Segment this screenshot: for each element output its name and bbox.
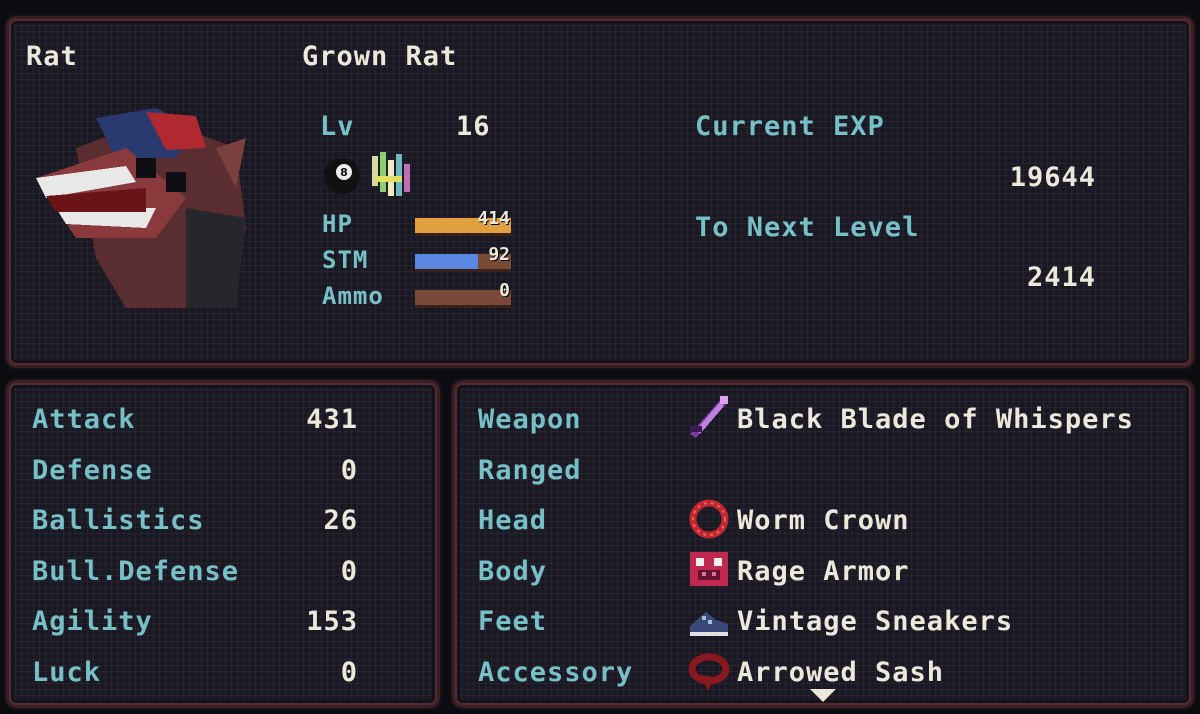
equip-slot-ranged[interactable]: Ranged	[478, 457, 582, 484]
equip-item-name[interactable]: Rage Armor	[737, 558, 910, 585]
svg-text:8: 8	[340, 166, 348, 179]
equip-slot-body[interactable]: Body	[478, 558, 547, 585]
species-label: Rat	[26, 41, 78, 72]
equip-item-name[interactable]: Vintage Sneakers	[737, 608, 1013, 635]
sneaker-icon	[686, 596, 732, 642]
next-level-label: To Next Level	[695, 212, 920, 243]
glitch-icon	[368, 152, 414, 200]
stat-label-bulldefense: Bull.Defense	[32, 555, 240, 587]
stat-value: 431	[306, 404, 358, 435]
stat-value: 0	[340, 454, 358, 486]
scroll-down-arrow-icon[interactable]	[810, 688, 836, 702]
level-label: Lv	[320, 111, 355, 142]
equip-item-name[interactable]: Arrowed Sash	[737, 659, 944, 686]
stm-label: STM	[322, 246, 369, 274]
ammo-label: Ammo	[322, 282, 384, 310]
hp-label: HP	[322, 210, 353, 238]
stat-label-attack: Attack	[32, 404, 136, 435]
equip-slot-feet[interactable]: Feet	[478, 608, 547, 635]
stm-value: 92	[488, 244, 510, 265]
worm-crown-icon	[686, 495, 732, 541]
eight-ball-icon: 8	[322, 156, 362, 196]
stat-value: 26	[323, 505, 358, 536]
current-exp-label: Current EXP	[695, 111, 885, 142]
armor-icon	[686, 546, 732, 592]
rat-portrait	[36, 108, 254, 318]
stat-label-luck: Luck	[32, 656, 102, 688]
stat-label-ballistics: Ballistics	[32, 505, 205, 536]
equip-slot-head[interactable]: Head	[478, 507, 547, 534]
equip-slot-weapon[interactable]: Weapon	[478, 406, 582, 433]
stat-value: 0	[340, 555, 358, 587]
stat-label-defense: Defense	[32, 454, 153, 486]
character-name: Grown Rat	[302, 41, 458, 72]
stat-label-agility: Agility	[32, 606, 153, 637]
blade-icon	[686, 394, 732, 440]
equip-slot-accessory[interactable]: Accessory	[478, 659, 633, 686]
current-exp-value: 19644	[1009, 162, 1096, 193]
sash-icon	[686, 647, 732, 693]
stat-value: 153	[306, 606, 358, 637]
ammo-value: 0	[499, 280, 510, 301]
hp-value: 414	[477, 208, 510, 229]
equip-item-name[interactable]: Black Blade of Whispers	[737, 406, 1134, 433]
stat-value: 0	[340, 656, 358, 688]
next-level-value: 2414	[1026, 262, 1096, 293]
equip-item-name[interactable]: Worm Crown	[737, 507, 910, 534]
level-value: 16	[456, 111, 491, 142]
